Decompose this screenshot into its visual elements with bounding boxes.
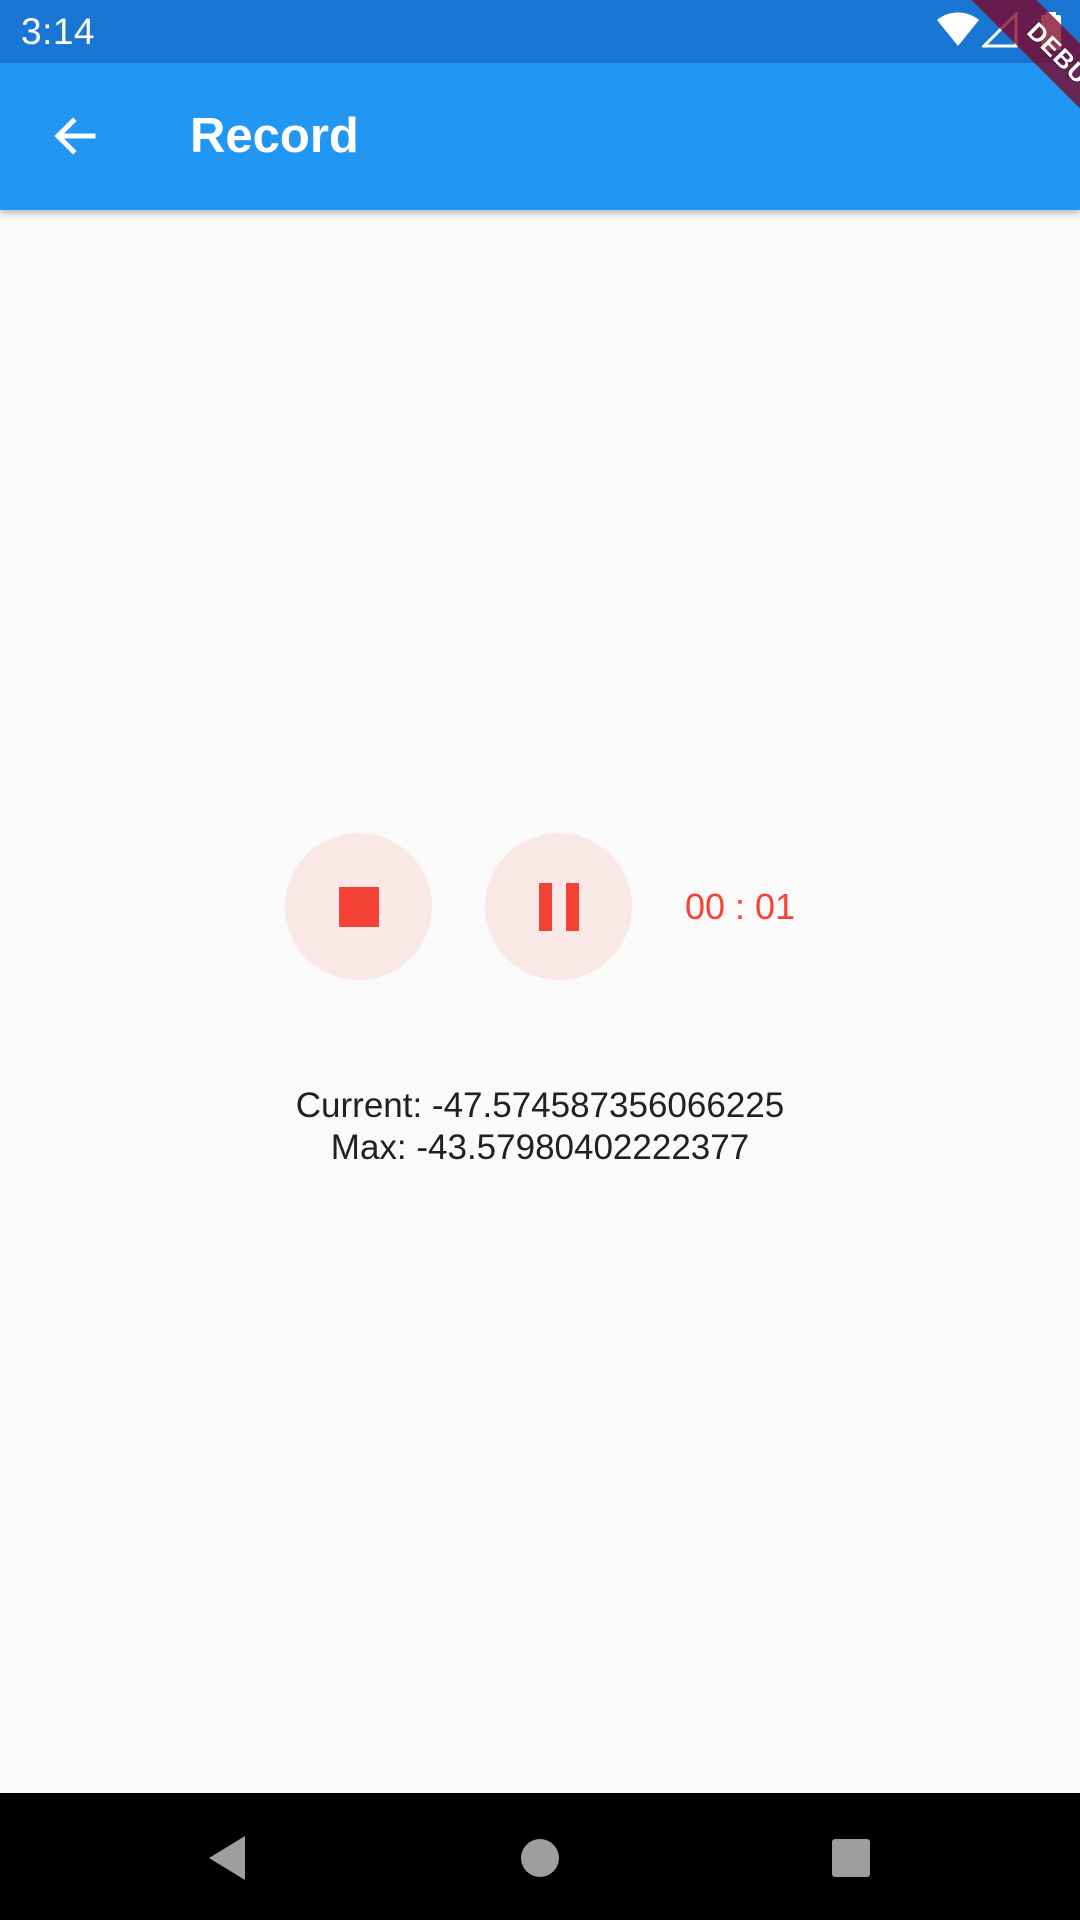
back-triangle-icon bbox=[209, 1836, 245, 1880]
status-bar: 3:14 bbox=[0, 0, 1080, 63]
max-amplitude: Max: -43.57980402222377 bbox=[330, 1128, 750, 1167]
stop-button[interactable] bbox=[285, 833, 432, 980]
status-time: 3:14 bbox=[21, 11, 96, 52]
nav-recents-button[interactable] bbox=[806, 1813, 896, 1903]
recorder-controls: 00 : 01 bbox=[0, 833, 1080, 981]
wifi-icon bbox=[937, 12, 979, 46]
cell-signal-icon bbox=[982, 12, 1018, 48]
page-title: Record bbox=[190, 109, 359, 163]
pause-button[interactable] bbox=[485, 833, 632, 980]
arrow-back-icon bbox=[54, 117, 96, 155]
battery-icon bbox=[1041, 12, 1061, 50]
stop-icon bbox=[338, 886, 379, 927]
back-button[interactable] bbox=[33, 94, 117, 178]
system-nav-bar bbox=[0, 1793, 1080, 1920]
recents-square-icon bbox=[832, 1839, 870, 1877]
current-amplitude: Current: -47.574587356066225 bbox=[295, 1086, 785, 1125]
pause-icon bbox=[538, 882, 579, 931]
app-bar: Record bbox=[0, 63, 1080, 210]
nav-back-button[interactable] bbox=[182, 1813, 272, 1903]
nav-home-button[interactable] bbox=[495, 1813, 585, 1903]
home-circle-icon bbox=[521, 1839, 559, 1877]
amplitude-readout: Current: -47.574587356066225 Max: -43.57… bbox=[0, 1085, 1080, 1169]
recording-timer: 00 : 01 bbox=[685, 886, 796, 927]
